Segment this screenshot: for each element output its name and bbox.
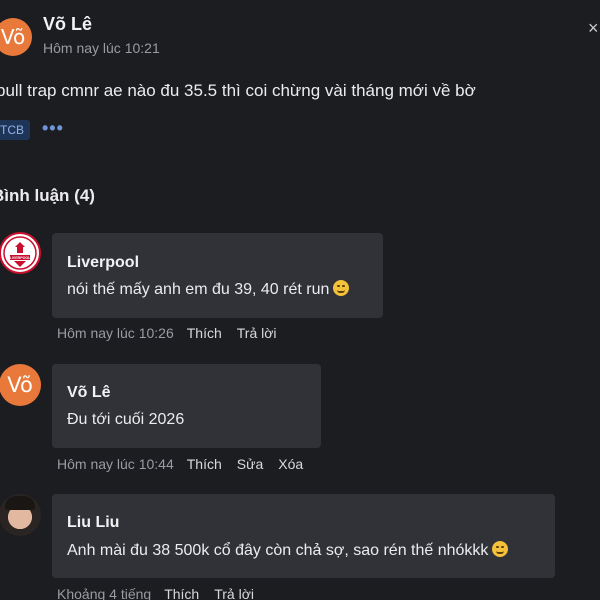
more-options-icon[interactable]: ••• bbox=[42, 118, 64, 139]
post-body-text: bull trap cmnr ae nào đu 35.5 thì coi ch… bbox=[0, 81, 476, 100]
comment-text-body: nói thế mấy anh em đu 39, 40 rét run bbox=[67, 281, 330, 298]
like-button[interactable]: Thích bbox=[187, 325, 222, 341]
comment-meta: Hôm nay lúc 10:44 Thích Sửa Xóa bbox=[57, 456, 303, 472]
post-author-name[interactable]: Võ Lê bbox=[43, 14, 92, 35]
reply-button[interactable]: Trả lời bbox=[214, 586, 254, 600]
edit-button[interactable]: Sửa bbox=[237, 456, 264, 472]
post-timestamp: Hôm nay lúc 10:21 bbox=[43, 40, 160, 56]
comment-author[interactable]: Liverpool bbox=[67, 254, 139, 272]
avatar-photo-hair bbox=[5, 496, 35, 510]
smirk-emoji-icon bbox=[492, 541, 509, 557]
comment-text: Đu tới cuối 2026 bbox=[67, 411, 185, 428]
grimace-emoji-icon bbox=[333, 280, 350, 296]
stock-tag[interactable]: TCB bbox=[0, 120, 30, 140]
comment-time: Hôm nay lúc 10:44 bbox=[57, 456, 174, 472]
reply-button[interactable]: Trả lời bbox=[237, 325, 277, 341]
close-icon[interactable]: × bbox=[588, 18, 599, 39]
comment-text: Anh mài đu 38 500k cổ đây còn chả sợ, sa… bbox=[67, 541, 509, 560]
comment-bubble: Liu Liu Anh mài đu 38 500k cổ đây còn ch… bbox=[52, 494, 555, 578]
crest-text: LIVERPOOL bbox=[10, 256, 32, 260]
like-button[interactable]: Thích bbox=[187, 456, 222, 472]
commenter-avatar-liu-liu[interactable] bbox=[0, 494, 41, 536]
commenter-avatar-liverpool[interactable]: LIVERPOOL bbox=[0, 232, 41, 274]
comment-text-body: Anh mài đu 38 500k cổ đây còn chả sợ, sa… bbox=[67, 542, 489, 559]
comment-author[interactable]: Võ Lê bbox=[67, 384, 111, 402]
comment-author[interactable]: Liu Liu bbox=[67, 514, 119, 532]
comment-meta: Hôm nay lúc 10:26 Thích Trả lời bbox=[57, 325, 277, 341]
comment-time: Khoảng 4 tiếng bbox=[57, 586, 152, 600]
liverpool-crest-icon: LIVERPOOL bbox=[3, 236, 37, 270]
post-author-avatar[interactable]: Võ bbox=[0, 18, 32, 56]
avatar-initials: Võ bbox=[0, 25, 26, 49]
comments-heading: Bình luận (4) bbox=[0, 186, 95, 205]
comment-time: Hôm nay lúc 10:26 bbox=[57, 325, 174, 341]
like-button[interactable]: Thích bbox=[164, 586, 199, 600]
comment-bubble: Liverpool nói thế mấy anh em đu 39, 40 r… bbox=[52, 233, 383, 318]
comment-text: nói thế mấy anh em đu 39, 40 rét run bbox=[67, 280, 350, 299]
comment-bubble: Võ Lê Đu tới cuối 2026 bbox=[52, 364, 321, 448]
delete-button[interactable]: Xóa bbox=[278, 456, 303, 472]
avatar-initials: Võ bbox=[7, 373, 33, 397]
comment-meta: Khoảng 4 tiếng Thích Trả lời bbox=[57, 586, 254, 600]
commenter-avatar-vo-le[interactable]: Võ bbox=[0, 364, 41, 406]
